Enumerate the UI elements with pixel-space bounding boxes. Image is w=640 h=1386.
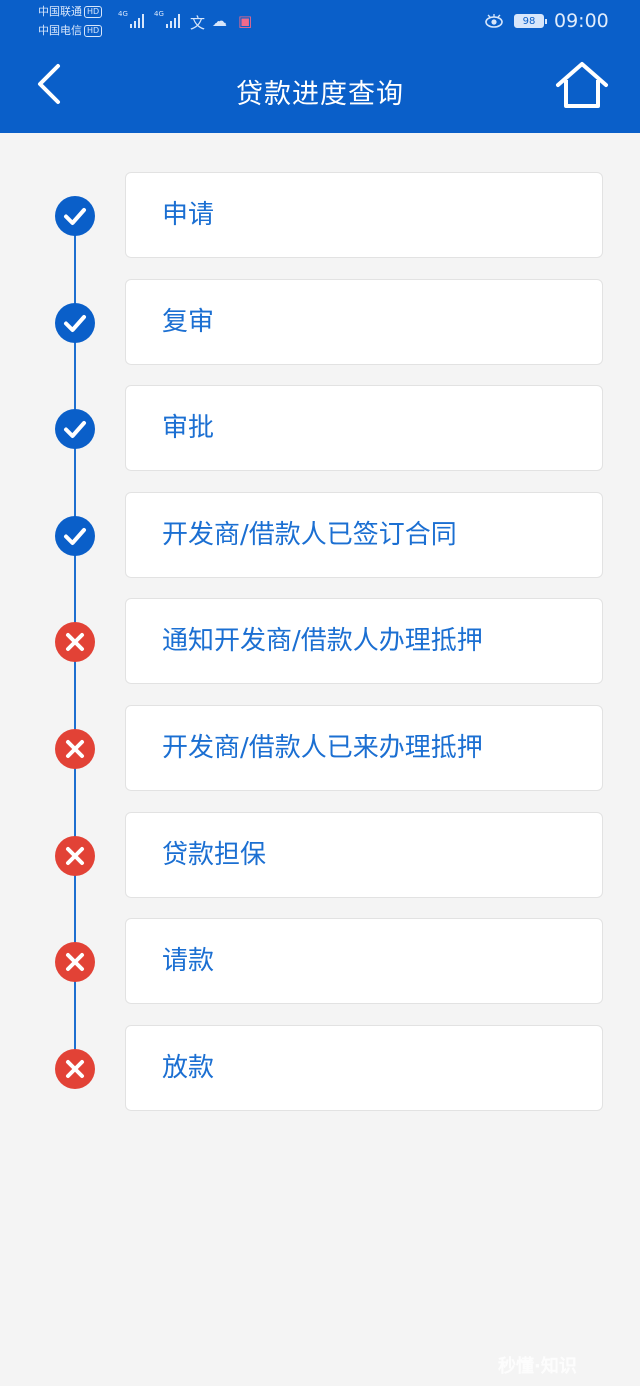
cross-circle-icon (55, 729, 95, 769)
cloud-icon: ☁ (212, 12, 227, 30)
step-label: 放款 (162, 1052, 215, 1083)
step-card[interactable]: 通知开发商/借款人办理抵押 (125, 598, 603, 685)
step-label: 申请 (162, 200, 215, 230)
step-label: 通知开发商/借款人办理抵押 (162, 626, 483, 657)
carrier-2: 中国电信 HD (38, 24, 103, 38)
signal-icon: 4G (154, 10, 184, 28)
check-circle-icon (55, 409, 95, 450)
step-card[interactable]: 申请 (125, 172, 603, 258)
clock: 09:00 (554, 10, 609, 32)
step-card[interactable]: 请款 (125, 918, 603, 1005)
cross-circle-icon (55, 1048, 95, 1089)
step-card[interactable]: 开发商/借款人已来办理抵押 (125, 705, 603, 791)
step-label: 审批 (162, 413, 215, 444)
translate-icon: 文 (190, 14, 206, 32)
battery-icon: 98 (514, 14, 547, 28)
step-card[interactable]: 复审 (125, 278, 603, 365)
app-header: 中国联通 HD 中国电信 HD 4G 4G 文 ☁ ▣ 98 09:00 贷款进度查… (0, 0, 640, 133)
eye-comfort-icon (485, 14, 503, 28)
home-button[interactable] (554, 60, 610, 110)
page-title: 贷款进度查询 (236, 79, 404, 110)
signal-icon: 4G (118, 10, 148, 28)
calendar-icon: ▣ (238, 12, 253, 30)
step-label: 请款 (162, 946, 215, 977)
check-circle-icon (55, 302, 95, 343)
step-card[interactable]: 开发商/借款人已签订合同 (125, 491, 603, 578)
carrier-1: 中国联通 HD (38, 5, 103, 19)
step-label: 复审 (162, 306, 215, 337)
check-circle-icon (55, 196, 95, 236)
cross-circle-icon (55, 835, 95, 876)
watermark: 秒懂·知识 (498, 1356, 577, 1377)
step-card[interactable]: 放款 (125, 1024, 603, 1111)
cross-circle-icon (55, 942, 95, 983)
cross-circle-icon (55, 622, 95, 663)
step-label: 开发商/借款人已签订合同 (162, 519, 457, 550)
hd-badge: HD (84, 25, 103, 37)
step-label: 开发商/借款人已来办理抵押 (162, 733, 483, 763)
check-circle-icon (55, 515, 95, 556)
step-card[interactable]: 贷款担保 (125, 811, 603, 898)
status-bar: 中国联通 HD 中国电信 HD 4G 4G 文 ☁ ▣ 98 09:00 (0, 0, 640, 46)
step-label: 贷款担保 (162, 839, 267, 870)
hd-badge: HD (84, 6, 103, 18)
step-card[interactable]: 审批 (125, 385, 603, 472)
nav-bar: 贷款进度查询 (0, 46, 640, 133)
